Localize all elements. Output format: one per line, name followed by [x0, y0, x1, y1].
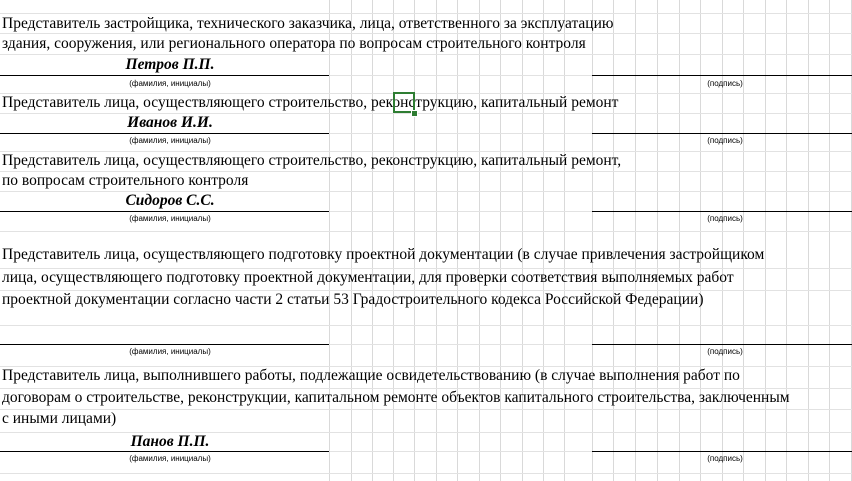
block2-fio-caption: (фамилия, инициалы) [129, 136, 211, 145]
block5-fio-caption: (фамилия, инициалы) [129, 454, 211, 463]
block1-name: Петров П.П. [125, 56, 215, 73]
block3-fio-caption: (фамилия, инициалы) [129, 214, 211, 223]
block3-fio-line [0, 211, 329, 212]
block4-sign-caption: (подпись) [707, 347, 743, 356]
block3-sign-line [592, 211, 852, 212]
block4-line2: лица, осуществляющего подготовку проектн… [2, 269, 734, 286]
block5-line2: договорам о строительстве, реконструкции… [2, 389, 790, 406]
block4-fio-line [0, 344, 329, 345]
block4-line1: Представитель лица, осуществляющего подг… [2, 246, 765, 263]
block3-name: Сидоров С.С. [125, 192, 215, 209]
block5-name: Панов П.П. [130, 433, 210, 450]
block4-fio-caption: (фамилия, инициалы) [129, 347, 211, 356]
block2-name: Иванов И.И. [127, 114, 213, 131]
block4-line3: проектной документации согласно части 2 … [2, 291, 704, 308]
block1-sign-caption: (подпись) [707, 79, 743, 88]
block2-sign-caption: (подпись) [707, 136, 743, 145]
fill-handle[interactable] [411, 110, 418, 117]
block5-sign-line [592, 451, 852, 452]
block3-line1: Представитель лица, осуществляющего стро… [2, 152, 622, 169]
block4-sign-line [592, 344, 852, 345]
block5-fio-line [0, 451, 329, 452]
block2-line1: Представитель лица, осуществляющего стро… [2, 94, 619, 111]
block3-sign-caption: (подпись) [707, 214, 743, 223]
block5-line3: с иными лицами) [2, 410, 117, 427]
block1-fio-caption: (фамилия, инициалы) [129, 79, 211, 88]
block1-line2: здания, сооружения, или регионального оп… [2, 35, 586, 52]
block2-sign-line [592, 133, 852, 134]
block1-sign-line [592, 75, 852, 76]
block1-line1: Представитель застройщика, технического … [2, 15, 614, 32]
block1-fio-line [0, 75, 329, 76]
block5-line1: Представитель лица, выполнившего работы,… [2, 367, 740, 384]
block5-sign-caption: (подпись) [707, 454, 743, 463]
block3-line2: по вопросам строительного контроля [2, 172, 249, 189]
block2-fio-line [0, 133, 329, 134]
